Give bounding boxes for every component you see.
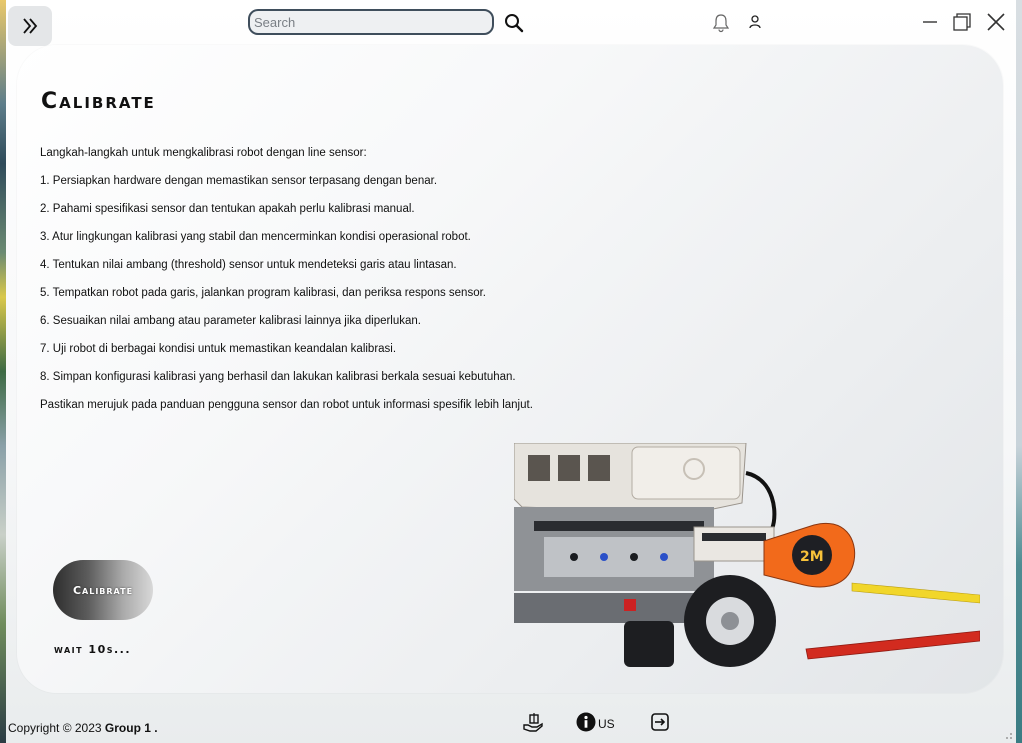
copyright-text: Copyright © 2023 Group 1 . [8, 721, 158, 735]
step-item: 3. Atur lingkungan kalibrasi yang stabil… [40, 231, 471, 243]
info-icon [576, 712, 596, 732]
step-item: 2. Pahami spesifikasi sensor dan tentuka… [40, 203, 415, 215]
step-item: 7. Uji robot di berbagai kondisi untuk m… [40, 343, 397, 355]
copyright-prefix: Copyright © 2023 [8, 721, 105, 735]
instructions-outro: Pastikan merujuk pada panduan pengguna s… [40, 399, 533, 411]
menu-toggle-button[interactable] [8, 6, 52, 46]
robot-image: 2M [514, 443, 980, 667]
donate-icon[interactable] [522, 711, 544, 733]
step-item: 1. Persiapkan hardware dengan memastikan… [40, 175, 438, 187]
step-item: 8. Simpan konfigurasi kalibrasi yang ber… [40, 371, 516, 383]
tape-label: 2M [800, 549, 824, 565]
instructions-intro: Langkah-langkah untuk mengkalibrasi robo… [40, 147, 367, 159]
copyright-owner: Group 1 . [104, 721, 158, 735]
wait-status-text: wait 10s... [54, 643, 132, 656]
app-window: Calibrate Langkah-langkah untuk mengkali… [6, 0, 1016, 743]
user-icon[interactable] [748, 14, 762, 30]
maximize-icon[interactable] [952, 12, 972, 32]
step-item: 4. Tentukan nilai ambang (threshold) sen… [40, 259, 457, 271]
calibration-instructions: Langkah-langkah untuk mengkalibrasi robo… [40, 145, 533, 425]
search-input[interactable] [248, 9, 494, 35]
step-item: 5. Tempatkan robot pada garis, jalankan … [40, 287, 486, 299]
bell-icon[interactable] [712, 13, 730, 33]
about-us-label: US [598, 716, 615, 731]
logout-icon[interactable] [649, 711, 671, 733]
search-icon[interactable] [504, 13, 524, 33]
calibrate-button[interactable]: Calibrate [53, 560, 153, 620]
about-us-button[interactable]: US [576, 712, 615, 732]
step-item: 6. Sesuaikan nilai ambang atau parameter… [40, 315, 421, 327]
calibrate-card: Calibrate Langkah-langkah untuk mengkali… [17, 45, 1003, 693]
double-chevron-right-icon [23, 18, 38, 34]
resize-grip-icon[interactable] [1003, 730, 1013, 740]
page-title: Calibrate [41, 89, 156, 114]
close-icon[interactable] [986, 12, 1006, 32]
minimize-icon[interactable] [921, 12, 939, 30]
